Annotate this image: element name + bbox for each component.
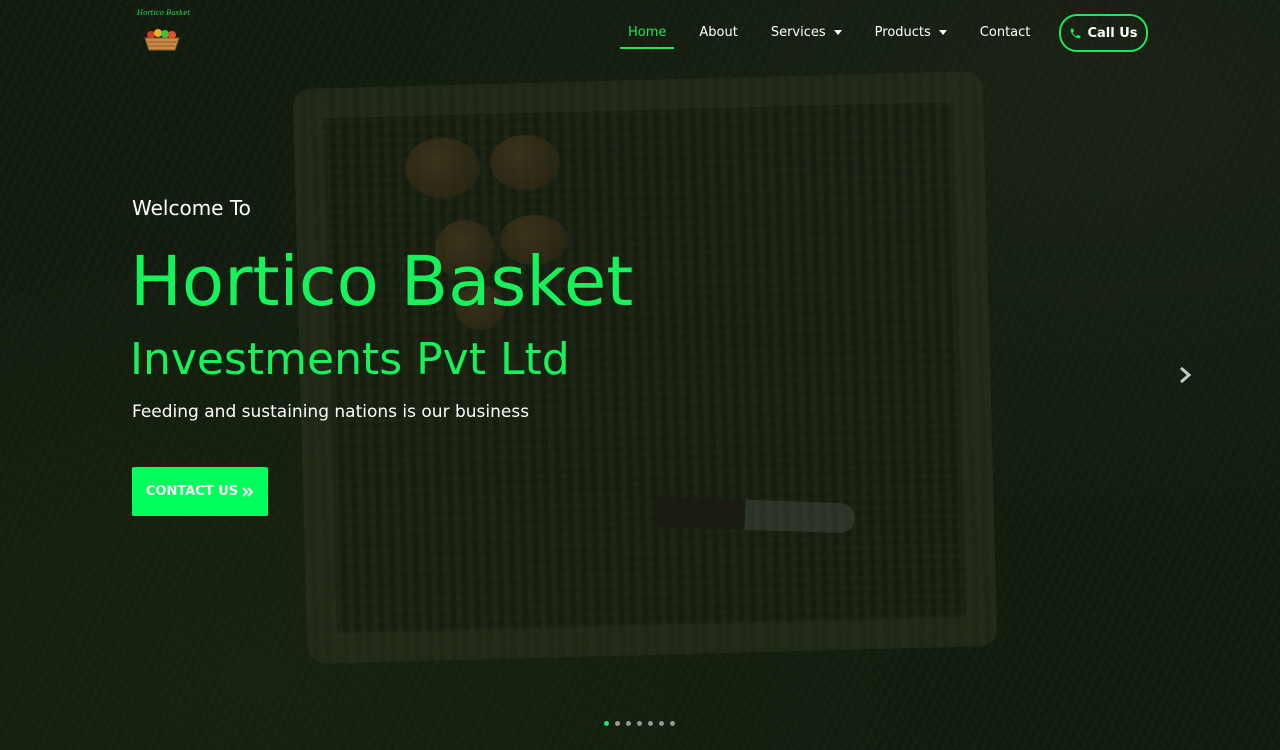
contact-us-label: CONTACT US — [145, 484, 239, 499]
carousel-indicator-dot[interactable] — [659, 721, 664, 726]
phone-icon — [1071, 28, 1081, 38]
carousel-indicator-dot[interactable] — [626, 721, 631, 726]
nav-services-label: Services — [770, 25, 826, 40]
nav-menu: Home About Services Products Contact — [620, 0, 1055, 66]
nav-contact-label: Contact — [979, 25, 1031, 40]
nav-home-label: Home — [628, 25, 667, 40]
hero-subtitle: Investments Pvt Ltd — [130, 334, 570, 385]
carousel-indicator-dot[interactable] — [637, 721, 642, 726]
nav-products-dropdown[interactable]: Products — [867, 17, 955, 49]
call-us-button[interactable]: Call Us — [1059, 14, 1148, 52]
carousel-indicator-dot[interactable] — [648, 721, 653, 726]
nav-about-link[interactable]: About — [691, 17, 745, 49]
nav-products-label: Products — [874, 25, 931, 40]
contact-us-button[interactable]: CONTACT US — [132, 467, 268, 516]
carousel-next-button[interactable] — [1174, 362, 1196, 388]
navbar: Hortico Basket Home About Services Produ — [0, 0, 1280, 66]
caret-down-icon — [833, 30, 842, 35]
chevron-right-icon — [1180, 366, 1192, 384]
nav-about-label: About — [699, 25, 738, 40]
nav-contact-link[interactable]: Contact — [972, 17, 1039, 49]
hero-tagline: Feeding and sustaining nations is our bu… — [132, 402, 530, 422]
carousel-indicator-dot[interactable] — [615, 721, 620, 726]
hero-title: Hortico Basket — [130, 242, 634, 322]
call-us-label: Call Us — [1087, 25, 1138, 41]
carousel-indicator-dot[interactable] — [604, 721, 609, 726]
carousel-indicators — [604, 721, 675, 726]
basket-logo-icon — [144, 29, 180, 51]
caret-down-icon — [938, 30, 947, 35]
hero-carousel: Hortico Basket Home About Services Produ — [0, 0, 1280, 750]
double-chevron-right-icon — [242, 486, 254, 497]
nav-services-dropdown[interactable]: Services — [763, 17, 850, 49]
logo-text: Hortico Basket — [137, 9, 191, 17]
carousel-indicator-dot[interactable] — [670, 721, 675, 726]
nav-home-link[interactable]: Home — [620, 17, 675, 49]
brand-logo[interactable]: Hortico Basket — [137, 9, 191, 53]
hero-welcome-text: Welcome To — [132, 196, 251, 220]
